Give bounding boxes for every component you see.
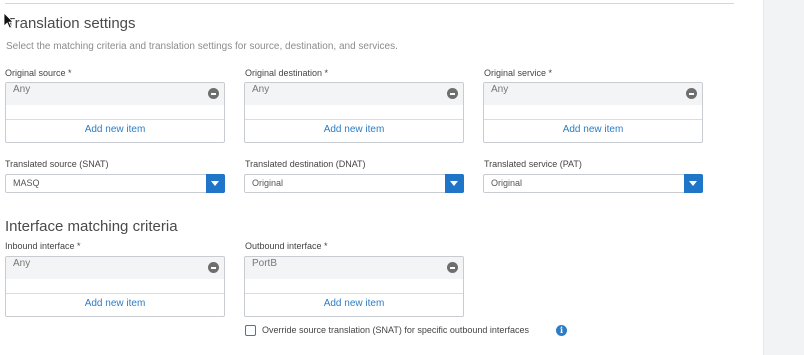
translated-service-value: Original — [491, 178, 523, 188]
interface-matching-title: Interface matching criteria — [5, 218, 178, 235]
original-destination-label: Original destination * — [245, 68, 329, 78]
chevron-down-icon[interactable] — [684, 174, 703, 193]
list-item: Any — [245, 83, 463, 105]
right-side-panel — [763, 0, 804, 355]
translated-destination-select[interactable]: Original — [244, 174, 464, 193]
list-item: Any — [6, 257, 224, 279]
add-new-item-link[interactable]: Add new item — [245, 298, 463, 310]
override-snat-checkbox[interactable] — [245, 325, 256, 336]
section-divider — [5, 3, 734, 4]
translation-settings-title: Translation settings — [6, 15, 136, 32]
translated-service-label: Translated service (PAT) — [484, 159, 582, 169]
translated-destination-label: Translated destination (DNAT) — [245, 159, 366, 169]
remove-item-icon[interactable] — [686, 88, 697, 99]
translation-settings-description: Select the matching criteria and transla… — [6, 41, 398, 52]
translated-source-select[interactable]: MASQ — [5, 174, 225, 193]
original-service-label: Original service * — [484, 68, 553, 78]
translated-source-value: MASQ — [13, 178, 40, 188]
info-icon[interactable]: i — [556, 325, 567, 336]
remove-item-icon[interactable] — [447, 88, 458, 99]
original-source-label: Original source * — [5, 68, 72, 78]
list-divider — [484, 119, 702, 120]
original-source-list: Any Add new item — [5, 82, 225, 143]
chevron-down-icon[interactable] — [445, 174, 464, 193]
translated-service-select[interactable]: Original — [483, 174, 703, 193]
remove-item-icon[interactable] — [208, 88, 219, 99]
list-divider — [245, 293, 463, 294]
add-new-item-link[interactable]: Add new item — [484, 124, 702, 136]
list-item-text: PortB — [252, 258, 278, 269]
translated-source-label: Translated source (SNAT) — [5, 159, 109, 169]
remove-item-icon[interactable] — [208, 262, 219, 273]
list-item-text: Any — [13, 84, 31, 95]
remove-item-icon[interactable] — [447, 262, 458, 273]
outbound-interface-label: Outbound interface * — [245, 241, 328, 251]
original-destination-list: Any Add new item — [244, 82, 464, 143]
add-new-item-link[interactable]: Add new item — [245, 124, 463, 136]
list-divider — [245, 119, 463, 120]
override-snat-label[interactable]: Override source translation (SNAT) for s… — [262, 325, 529, 336]
mouse-pointer-icon — [3, 12, 14, 29]
add-new-item-link[interactable]: Add new item — [6, 124, 224, 136]
chevron-down-icon[interactable] — [206, 174, 225, 193]
outbound-interface-list: PortB Add new item — [244, 256, 464, 317]
list-item: Any — [6, 83, 224, 105]
inbound-interface-label: Inbound interface * — [5, 241, 81, 251]
add-new-item-link[interactable]: Add new item — [6, 298, 224, 310]
list-item: Any — [484, 83, 702, 105]
list-divider — [6, 119, 224, 120]
list-item-text: Any — [252, 84, 270, 95]
list-item-text: Any — [13, 258, 31, 269]
inbound-interface-list: Any Add new item — [5, 256, 225, 317]
list-divider — [6, 293, 224, 294]
list-item-text: Any — [491, 84, 509, 95]
original-service-list: Any Add new item — [483, 82, 703, 143]
list-item: PortB — [245, 257, 463, 279]
translated-destination-value: Original — [252, 178, 284, 188]
